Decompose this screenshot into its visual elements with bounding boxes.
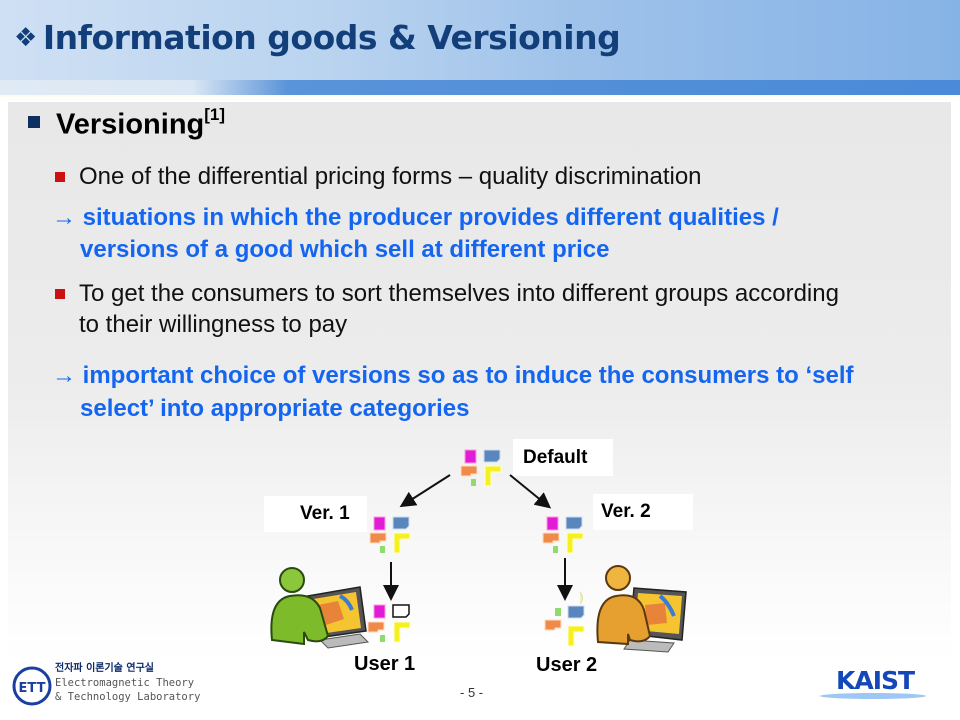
page-number: - 5 - xyxy=(460,685,484,700)
user2-computer-icon xyxy=(596,565,687,653)
kaist-logo: KAIST xyxy=(836,666,915,695)
ver1-pieces-icon xyxy=(369,516,411,554)
default-pieces-icon xyxy=(460,449,502,487)
lab-name-line2: & Technology Laboratory xyxy=(55,691,201,703)
ett-logo-icon: ETT xyxy=(12,666,52,706)
lab-name-line1: Electromagnetic Theory xyxy=(55,677,195,689)
user2-pieces-icon xyxy=(544,591,585,647)
lab-name-korean: 전자파 이론기술 연구실 xyxy=(55,663,154,674)
lab-name: 전자파 이론기술 연구실 Electromagnetic Theory & Te… xyxy=(55,662,200,704)
arrow-default-to-ver2 xyxy=(509,474,552,509)
user1-label: User 1 xyxy=(354,653,416,675)
versioning-diagram xyxy=(270,449,687,653)
user1-pieces-icon xyxy=(367,604,411,643)
user2-label: User 2 xyxy=(536,654,598,676)
kaist-logo-swoosh xyxy=(820,693,926,699)
user1-computer-icon xyxy=(270,567,370,649)
ett-logo-text: ETT xyxy=(19,681,46,696)
arrow-default-to-ver1 xyxy=(399,474,451,508)
ver2-pieces-icon xyxy=(542,516,584,554)
